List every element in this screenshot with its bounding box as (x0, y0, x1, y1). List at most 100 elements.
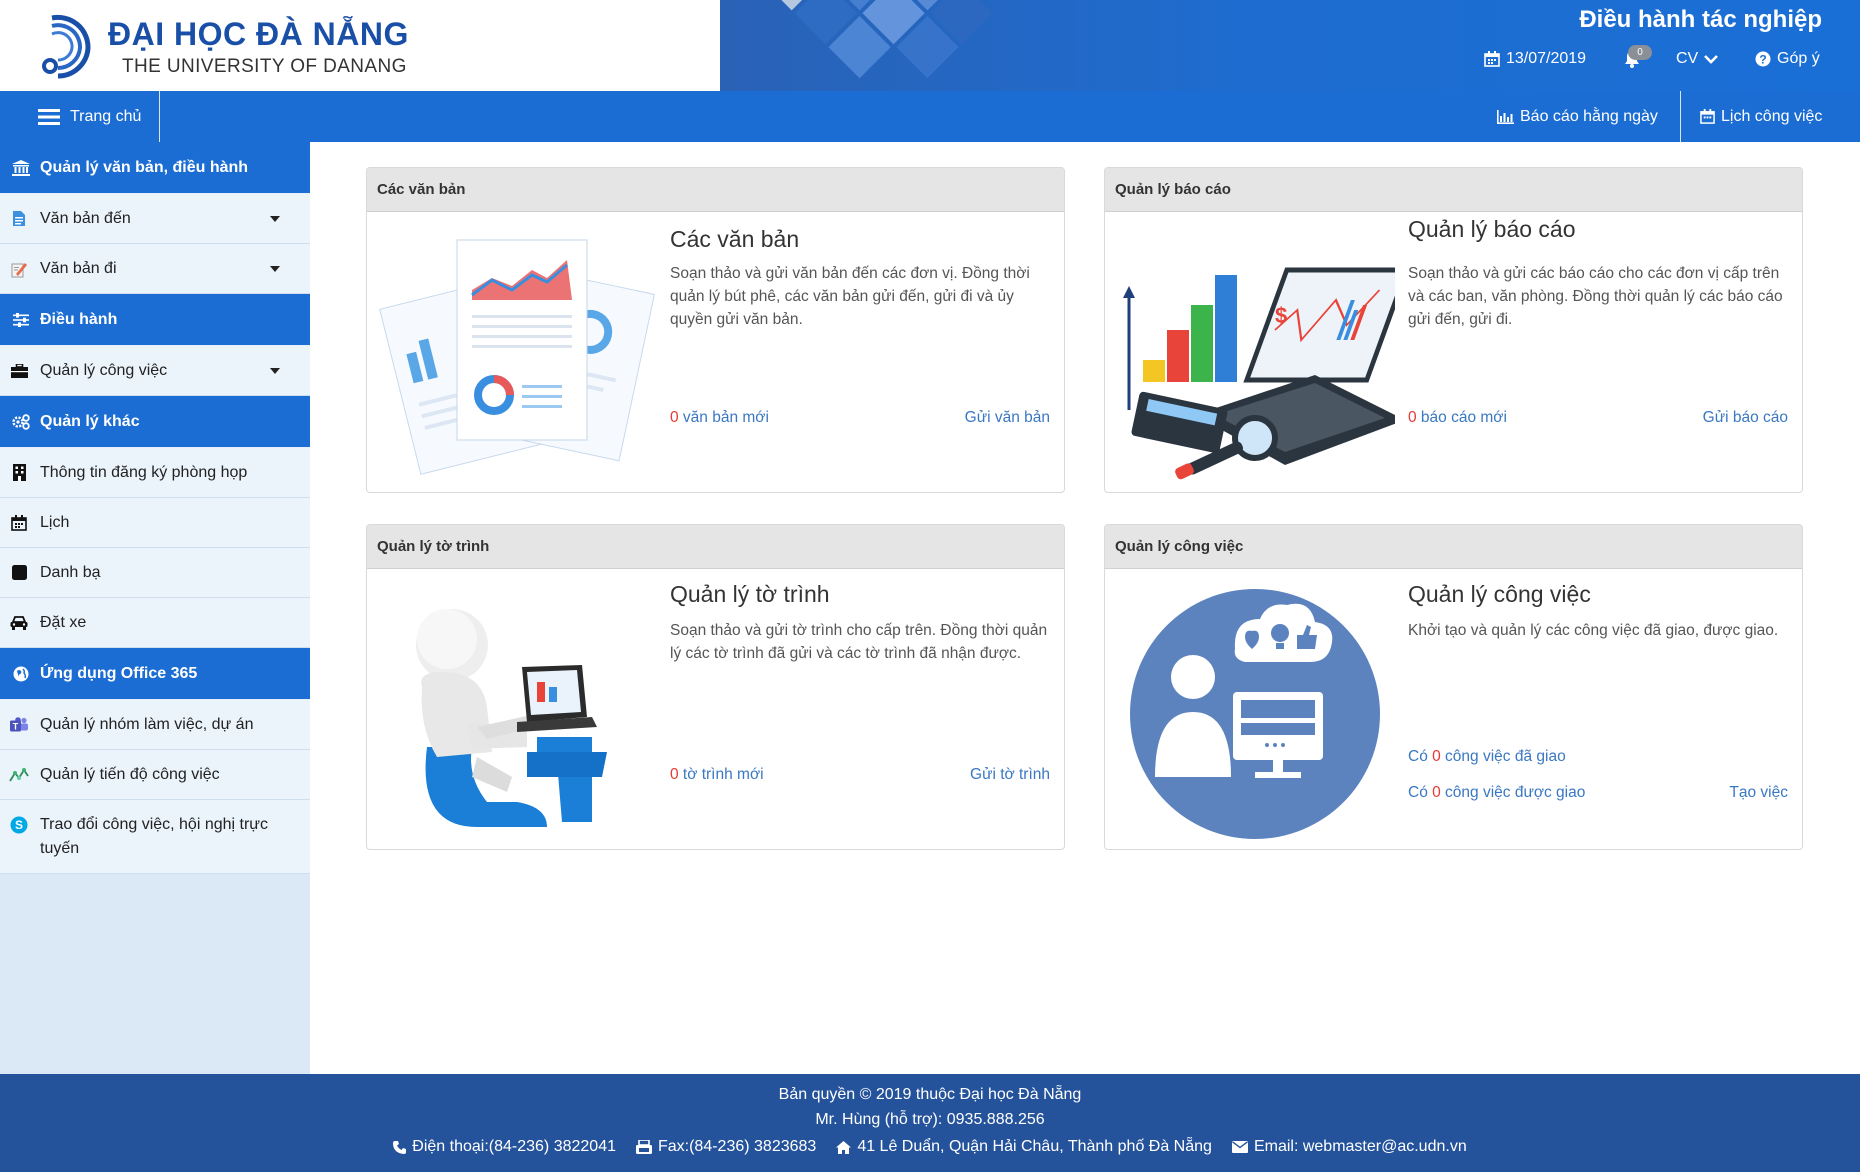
create-task-link[interactable]: Tạo việc (1729, 784, 1788, 802)
feedback-label: Góp ý (1777, 50, 1820, 67)
new-label: báo cáo mới (1416, 409, 1507, 426)
footer-email[interactable]: Email: webmaster@ac.udn.vn (1231, 1138, 1467, 1156)
card-header: Quản lý công việc (1105, 525, 1802, 569)
card-description: Soạn thảo và gửi tờ trình cho cấp trên. … (670, 622, 1048, 662)
sidebar-item-car-booking[interactable]: Đặt xe (0, 598, 310, 648)
nav-separator (1680, 91, 1681, 142)
sidebar-section-label: Điều hành (40, 310, 118, 328)
sidebar-item-calendar[interactable]: Lịch (0, 498, 310, 548)
sidebar-item-label: Văn bản đến (40, 209, 131, 227)
sidebar-item-planner[interactable]: Quản lý tiến độ công việc (0, 750, 310, 800)
received-tasks-link[interactable]: Có 0 công việc được giao (1408, 784, 1585, 802)
new-label: văn bản mới (678, 409, 769, 426)
sidebar-section-documents[interactable]: Quản lý văn bản, điều hành (0, 142, 310, 194)
new-reports-link[interactable]: 0 báo cáo mới (1408, 409, 1507, 427)
reports-illustration: $ (1123, 267, 1395, 480)
sidebar-item-label: Thông tin đăng ký phòng họp (40, 463, 248, 481)
sidebar-item-incoming[interactable]: Văn bản đến (0, 194, 310, 244)
card-title: Quản lý tờ trình (670, 581, 830, 607)
new-count: 0 (670, 766, 679, 783)
sidebar: Quản lý văn bản, điều hành Văn bản đến V… (0, 142, 310, 1074)
sidebar-item-label: Quản lý tiến độ công việc (40, 765, 220, 783)
bar-chart-icon (1497, 109, 1514, 124)
footer-fax-text: Fax:(84-236) 3823683 (657, 1138, 817, 1155)
building-icon (8, 462, 30, 484)
send-report-link[interactable]: Gửi báo cáo (1703, 409, 1788, 427)
nav-home[interactable]: Trang chủ (0, 91, 160, 142)
sidebar-section-label: Ứng dụng Office 365 (40, 664, 198, 682)
envelope-icon (1231, 1141, 1248, 1153)
card-title: Các văn bản (670, 226, 800, 252)
card-description: Soạn thảo và gửi văn bản đến các đơn vị.… (670, 265, 1030, 328)
card-title: Quản lý công việc (1408, 581, 1591, 607)
footer: Bản quyền © 2019 thuộc Đại học Đà Nẵng M… (0, 1074, 1860, 1172)
app-header: ĐẠI HỌC ĐÀ NẴNG THE UNIVERSITY OF DANANG… (0, 0, 1860, 91)
received-suffix: công việc được giao (1440, 784, 1586, 801)
sidebar-item-tasks[interactable]: Quản lý công việc (0, 346, 310, 396)
user-name: CV (1676, 50, 1699, 67)
footer-support: Mr. Hùng (hỗ trợ): 0935.888.256 (815, 1111, 1045, 1128)
top-navbar: Trang chủ Báo cáo hằng ngày Lịch công vi… (0, 91, 1860, 142)
sliders-icon (10, 309, 32, 331)
current-date: 13/07/2019 (1484, 50, 1586, 68)
nav-daily-report[interactable]: Báo cáo hằng ngày (1497, 91, 1658, 142)
sidebar-item-meeting-room[interactable]: Thông tin đăng ký phòng họp (0, 448, 310, 498)
submissions-illustration (416, 609, 607, 827)
new-count: 0 (1408, 409, 1417, 426)
chevron-down-icon (1704, 55, 1719, 64)
new-documents-link[interactable]: 0 văn bản mới (670, 409, 769, 427)
sidebar-section-label: Quản lý văn bản, điều hành (40, 158, 249, 176)
sidebar-item-outgoing[interactable]: Văn bản đi (0, 244, 310, 294)
card-header: Quản lý tờ trình (367, 525, 1064, 569)
received-prefix: Có (1408, 784, 1433, 801)
send-document-link[interactable]: Gửi văn bản (965, 409, 1050, 427)
assigned-tasks-link[interactable]: Có 0 công việc đã giao (1408, 748, 1566, 766)
footer-phone: Điện thoại:(84-236) 3822041 (393, 1138, 616, 1156)
skype-icon: S (8, 814, 30, 836)
assigned-prefix: Có (1408, 748, 1433, 765)
new-submissions-link[interactable]: 0 tờ trình mới (670, 766, 764, 784)
card-documents: Các văn bản Các văn bản Soạn thảo và gửi… (366, 167, 1065, 493)
gears-icon (10, 411, 32, 433)
sidebar-item-teams[interactable]: T Quản lý nhóm làm việc, dự án (0, 700, 310, 750)
header-decoration (760, 0, 993, 79)
assigned-count: 0 (1432, 748, 1441, 765)
card-title: Quản lý báo cáo (1408, 216, 1576, 242)
card-work: Quản lý công việc Quản lý công việc Khởi… (1104, 524, 1803, 850)
calendar-icon (1700, 109, 1715, 124)
question-circle-icon: ? (1755, 51, 1771, 67)
footer-fax: Fax:(84-236) 3823683 (635, 1138, 817, 1156)
hamburger-icon (38, 108, 60, 125)
planner-icon (8, 764, 30, 786)
footer-email-text: Email: webmaster@ac.udn.vn (1253, 1138, 1467, 1155)
sidebar-section-other[interactable]: Quản lý khác (0, 396, 310, 448)
footer-contact: Điện thoại:(84-236) 3822041 Fax:(84-236)… (0, 1138, 1860, 1156)
caret-down-icon (270, 367, 280, 374)
bank-icon (10, 157, 32, 179)
sidebar-item-skype[interactable]: S Trao đổi công việc, hội nghị trực tuyế… (0, 800, 310, 874)
card-description: Soạn thảo và gửi các báo cáo cho các đơn… (1408, 265, 1783, 328)
sidebar-item-contacts[interactable]: Danh bạ (0, 548, 310, 598)
feedback-link[interactable]: ? Góp ý (1755, 50, 1820, 68)
home-icon (836, 1140, 852, 1154)
document-edit-icon (8, 258, 30, 280)
work-illustration (1130, 589, 1380, 839)
footer-phone-text: Điện thoại:(84-236) 3822041 (412, 1138, 616, 1155)
sidebar-item-label: Lịch (40, 513, 70, 531)
notification-badge: 0 (1628, 45, 1652, 60)
fax-icon (635, 1140, 652, 1154)
sidebar-section-operations[interactable]: Điều hành (0, 294, 310, 346)
university-logo[interactable] (38, 14, 94, 80)
caret-down-icon (270, 265, 280, 272)
received-count: 0 (1432, 784, 1441, 801)
nav-work-calendar[interactable]: Lịch công việc (1700, 91, 1822, 142)
nav-work-calendar-label: Lịch công việc (1721, 107, 1823, 125)
date-text: 13/07/2019 (1506, 50, 1587, 67)
new-label: tờ trình mới (678, 766, 764, 783)
user-menu[interactable]: CV (1676, 50, 1719, 68)
phone-icon (393, 1140, 407, 1154)
svg-text:?: ? (1759, 53, 1766, 67)
sidebar-section-office365[interactable]: Ứng dụng Office 365 (0, 648, 310, 700)
send-submission-link[interactable]: Gửi tờ trình (970, 766, 1050, 784)
teams-icon: T (8, 714, 30, 736)
